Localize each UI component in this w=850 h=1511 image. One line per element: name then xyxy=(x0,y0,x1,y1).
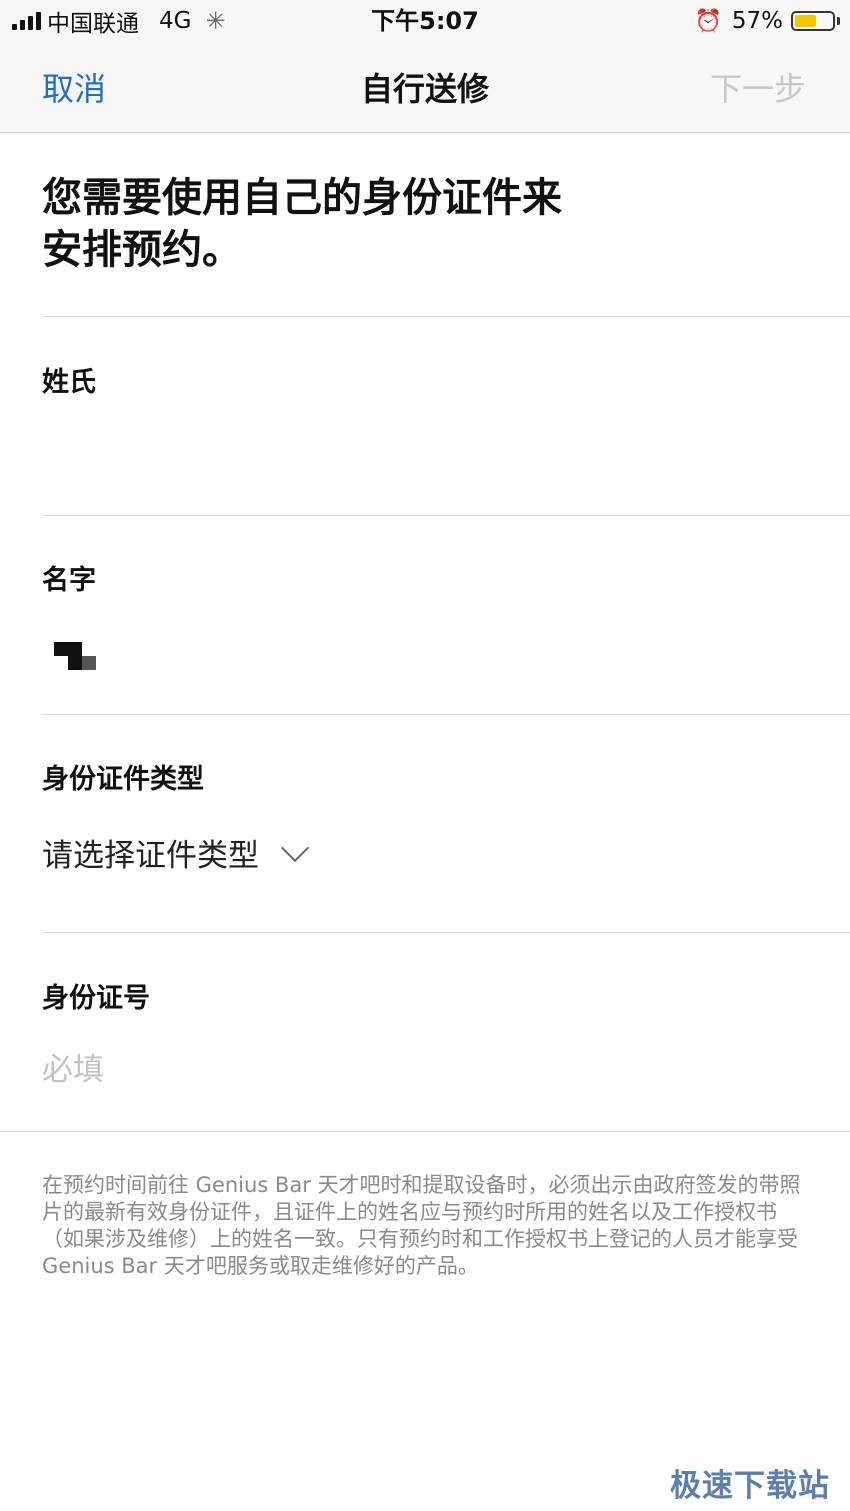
id-number-label: 身份证号 xyxy=(42,983,150,1014)
status-right: ⏰ 57% xyxy=(694,4,840,38)
id-type-selected-value: 请选择证件类型 xyxy=(42,838,259,874)
battery-percent: 57% xyxy=(731,8,783,34)
battery-icon xyxy=(791,11,835,31)
divider xyxy=(42,515,850,516)
id-type-label: 身份证件类型 xyxy=(42,764,204,795)
id-type-select[interactable]: 请选择证件类型 xyxy=(42,830,310,875)
heading-line-2: 安排预约。 xyxy=(42,227,242,273)
given-name-input[interactable] xyxy=(42,625,802,685)
surname-label: 姓氏 xyxy=(42,367,96,398)
divider xyxy=(42,932,850,933)
divider xyxy=(0,1131,850,1132)
id-number-input[interactable] xyxy=(42,1048,802,1092)
chevron-down-icon xyxy=(280,833,310,862)
surname-input[interactable] xyxy=(42,420,802,480)
page-heading: 您需要使用自己的身份证件来 安排预约。 xyxy=(42,172,642,276)
divider xyxy=(42,714,850,715)
battery-tip xyxy=(837,17,840,25)
battery-level-fill xyxy=(795,15,816,27)
id-requirement-note: 在预约时间前往 Genius Bar 天才吧时和提取设备时，必须出示由政府签发的… xyxy=(42,1173,801,1278)
next-step-button[interactable]: 下一步 xyxy=(710,64,806,110)
given-name-label: 名字 xyxy=(42,565,96,596)
heading-line-1: 您需要使用自己的身份证件来 xyxy=(42,175,562,221)
watermark: 极速下载站 xyxy=(670,1468,830,1504)
divider xyxy=(42,316,850,317)
alarm-clock-icon: ⏰ xyxy=(694,8,722,34)
navigation-bar: 取消 自行送修 下一步 xyxy=(0,44,850,133)
status-bar: 中国联通 4G ✳ 下午5:07 ⏰ 57% xyxy=(0,0,850,44)
given-name-value-glyph xyxy=(54,642,98,672)
